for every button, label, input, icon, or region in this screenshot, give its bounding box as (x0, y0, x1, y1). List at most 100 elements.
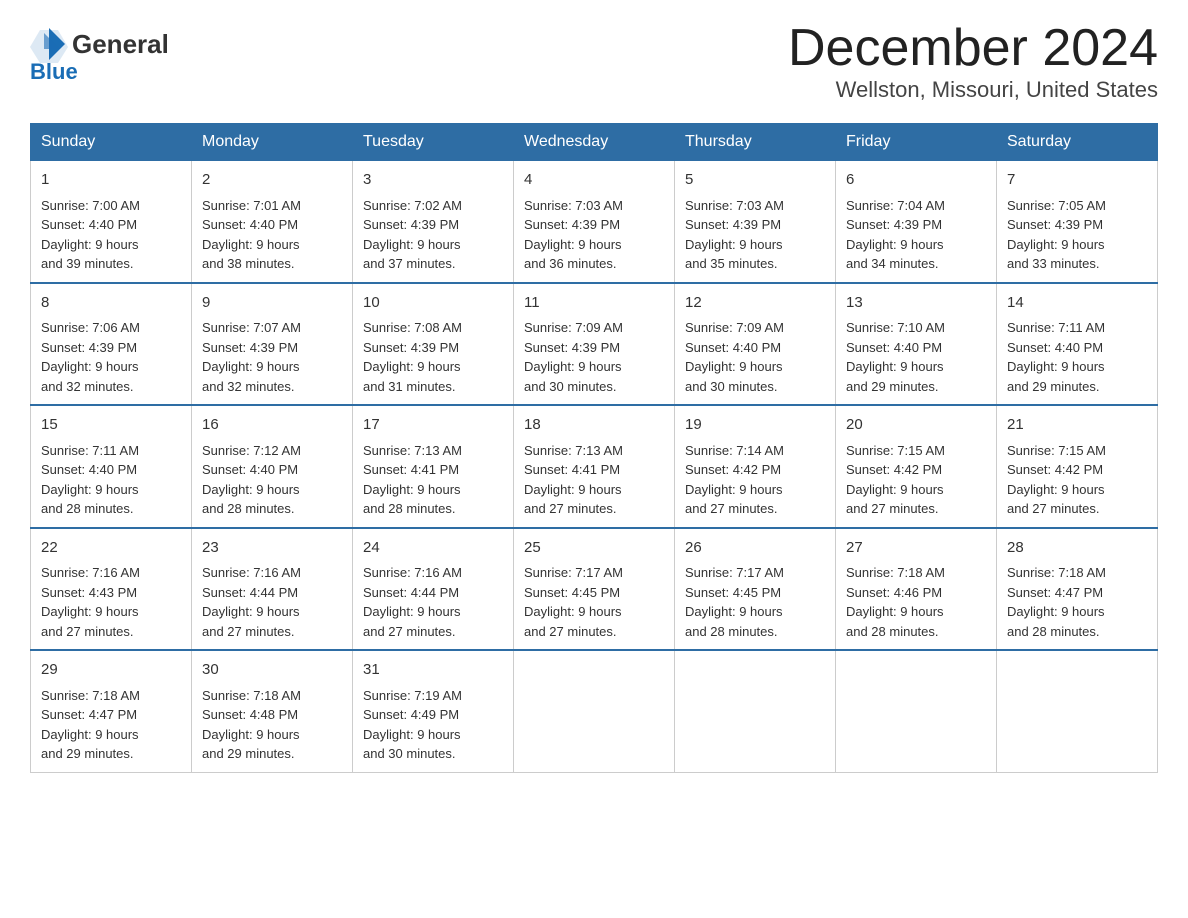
col-header-thursday: Thursday (675, 124, 836, 160)
calendar-cell (997, 650, 1158, 772)
day-info: Sunrise: 7:11 AMSunset: 4:40 PMDaylight:… (41, 443, 139, 517)
calendar-cell: 22Sunrise: 7:16 AMSunset: 4:43 PMDayligh… (31, 528, 192, 651)
calendar-cell: 19 Sunrise: 7:14 AMSunset: 4:42 PMDayligh… (675, 405, 836, 528)
day-number: 12 (685, 292, 825, 315)
day-number: 25 (524, 537, 664, 560)
col-header-tuesday: Tuesday (353, 124, 514, 160)
day-info: Sunrise: 7:18 AMSunset: 4:47 PMDaylight:… (41, 688, 140, 762)
day-number: 23 (202, 537, 342, 560)
col-header-sunday: Sunday (31, 124, 192, 160)
calendar-cell: 8Sunrise: 7:06 AMSunset: 4:39 PMDaylight… (31, 283, 192, 406)
day-info: Sunrise: 7:02 AMSunset: 4:39 PMDaylight:… (363, 198, 462, 272)
day-number: 11 (524, 292, 664, 315)
day-number: 27 (846, 537, 986, 560)
calendar-cell: 2 Sunrise: 7:01 AMSunset: 4:40 PMDaylight… (192, 160, 353, 283)
day-number: 10 (363, 292, 503, 315)
calendar-cell: 28Sunrise: 7:18 AMSunset: 4:47 PMDayligh… (997, 528, 1158, 651)
calendar-cell: 15 Sunrise: 7:11 AMSunset: 4:40 PMDayligh… (31, 405, 192, 528)
page-header: General Blue December 2024 Wellston, Mis… (30, 20, 1158, 103)
day-number: 15 (41, 414, 181, 437)
week-row-2: 8Sunrise: 7:06 AMSunset: 4:39 PMDaylight… (31, 283, 1158, 406)
calendar-cell: 26 Sunrise: 7:17 AMSunset: 4:45 PMDayligh… (675, 528, 836, 651)
day-number: 4 (524, 169, 664, 192)
calendar-cell: 18Sunrise: 7:13 AMSunset: 4:41 PMDayligh… (514, 405, 675, 528)
day-number: 17 (363, 414, 503, 437)
logo-general-text: General (72, 29, 169, 60)
day-info: Sunrise: 7:16 AMSunset: 4:44 PMDaylight:… (202, 565, 301, 639)
day-number: 13 (846, 292, 986, 315)
day-info: Sunrise: 7:14 AMSunset: 4:42 PMDaylight:… (685, 443, 784, 517)
day-info: Sunrise: 7:15 AMSunset: 4:42 PMDaylight:… (1007, 443, 1106, 517)
calendar-cell: 5Sunrise: 7:03 AMSunset: 4:39 PMDaylight… (675, 160, 836, 283)
logo-blue-text: Blue (30, 59, 78, 85)
day-info: Sunrise: 7:15 AMSunset: 4:42 PMDaylight:… (846, 443, 945, 517)
day-info: Sunrise: 7:09 AMSunset: 4:40 PMDaylight:… (685, 320, 784, 394)
calendar-cell: 31 Sunrise: 7:19 AMSunset: 4:49 PMDayligh… (353, 650, 514, 772)
day-info: Sunrise: 7:13 AMSunset: 4:41 PMDaylight:… (363, 443, 462, 517)
day-info: Sunrise: 7:00 AMSunset: 4:40 PMDaylight:… (41, 198, 140, 272)
day-number: 28 (1007, 537, 1147, 560)
calendar-cell: 20Sunrise: 7:15 AMSunset: 4:42 PMDayligh… (836, 405, 997, 528)
calendar-cell (675, 650, 836, 772)
calendar-cell: 10Sunrise: 7:08 AMSunset: 4:39 PMDayligh… (353, 283, 514, 406)
col-header-monday: Monday (192, 124, 353, 160)
calendar-cell: 6Sunrise: 7:04 AMSunset: 4:39 PMDaylight… (836, 160, 997, 283)
logo-icon (30, 25, 68, 63)
month-title: December 2024 (788, 20, 1158, 77)
day-number: 16 (202, 414, 342, 437)
title-area: December 2024 Wellston, Missouri, United… (788, 20, 1158, 103)
header-row: SundayMondayTuesdayWednesdayThursdayFrid… (31, 124, 1158, 160)
day-info: Sunrise: 7:18 AMSunset: 4:48 PMDaylight:… (202, 688, 301, 762)
day-info: Sunrise: 7:06 AMSunset: 4:39 PMDaylight:… (41, 320, 140, 394)
day-number: 26 (685, 537, 825, 560)
day-number: 31 (363, 659, 503, 682)
week-row-1: 1 Sunrise: 7:00 AMSunset: 4:40 PMDaylight… (31, 160, 1158, 283)
calendar-cell: 17 Sunrise: 7:13 AMSunset: 4:41 PMDayligh… (353, 405, 514, 528)
calendar-cell (514, 650, 675, 772)
day-info: Sunrise: 7:16 AMSunset: 4:44 PMDaylight:… (363, 565, 462, 639)
day-number: 3 (363, 169, 503, 192)
day-number: 21 (1007, 414, 1147, 437)
day-number: 19 (685, 414, 825, 437)
day-number: 30 (202, 659, 342, 682)
day-info: Sunrise: 7:19 AMSunset: 4:49 PMDaylight:… (363, 688, 462, 762)
day-info: Sunrise: 7:03 AMSunset: 4:39 PMDaylight:… (524, 198, 623, 272)
day-info: Sunrise: 7:10 AMSunset: 4:40 PMDaylight:… (846, 320, 945, 394)
calendar-cell (836, 650, 997, 772)
col-header-wednesday: Wednesday (514, 124, 675, 160)
day-number: 7 (1007, 169, 1147, 192)
day-info: Sunrise: 7:12 AMSunset: 4:40 PMDaylight:… (202, 443, 301, 517)
calendar-cell: 12 Sunrise: 7:09 AMSunset: 4:40 PMDayligh… (675, 283, 836, 406)
day-info: Sunrise: 7:17 AMSunset: 4:45 PMDaylight:… (524, 565, 623, 639)
calendar-cell: 7 Sunrise: 7:05 AMSunset: 4:39 PMDaylight… (997, 160, 1158, 283)
day-info: Sunrise: 7:17 AMSunset: 4:45 PMDaylight:… (685, 565, 784, 639)
day-info: Sunrise: 7:01 AMSunset: 4:40 PMDaylight:… (202, 198, 301, 272)
calendar-table: SundayMondayTuesdayWednesdayThursdayFrid… (30, 123, 1158, 773)
calendar-cell: 9 Sunrise: 7:07 AMSunset: 4:39 PMDaylight… (192, 283, 353, 406)
day-number: 18 (524, 414, 664, 437)
week-row-3: 15 Sunrise: 7:11 AMSunset: 4:40 PMDayligh… (31, 405, 1158, 528)
calendar-cell: 3 Sunrise: 7:02 AMSunset: 4:39 PMDaylight… (353, 160, 514, 283)
day-number: 1 (41, 169, 181, 192)
day-number: 5 (685, 169, 825, 192)
day-info: Sunrise: 7:16 AMSunset: 4:43 PMDaylight:… (41, 565, 140, 639)
day-info: Sunrise: 7:04 AMSunset: 4:39 PMDaylight:… (846, 198, 945, 272)
day-number: 29 (41, 659, 181, 682)
calendar-cell: 11 Sunrise: 7:09 AMSunset: 4:39 PMDayligh… (514, 283, 675, 406)
day-number: 2 (202, 169, 342, 192)
calendar-cell: 14Sunrise: 7:11 AMSunset: 4:40 PMDayligh… (997, 283, 1158, 406)
calendar-cell: 24Sunrise: 7:16 AMSunset: 4:44 PMDayligh… (353, 528, 514, 651)
col-header-saturday: Saturday (997, 124, 1158, 160)
calendar-cell: 4 Sunrise: 7:03 AMSunset: 4:39 PMDaylight… (514, 160, 675, 283)
calendar-cell: 27 Sunrise: 7:18 AMSunset: 4:46 PMDayligh… (836, 528, 997, 651)
logo: General Blue (30, 20, 169, 85)
day-info: Sunrise: 7:05 AMSunset: 4:39 PMDaylight:… (1007, 198, 1106, 272)
week-row-4: 22Sunrise: 7:16 AMSunset: 4:43 PMDayligh… (31, 528, 1158, 651)
day-info: Sunrise: 7:09 AMSunset: 4:39 PMDaylight:… (524, 320, 623, 394)
day-info: Sunrise: 7:18 AMSunset: 4:46 PMDaylight:… (846, 565, 945, 639)
day-info: Sunrise: 7:11 AMSunset: 4:40 PMDaylight:… (1007, 320, 1105, 394)
day-number: 9 (202, 292, 342, 315)
calendar-cell: 21 Sunrise: 7:15 AMSunset: 4:42 PMDayligh… (997, 405, 1158, 528)
calendar-cell: 1 Sunrise: 7:00 AMSunset: 4:40 PMDaylight… (31, 160, 192, 283)
day-info: Sunrise: 7:07 AMSunset: 4:39 PMDaylight:… (202, 320, 301, 394)
